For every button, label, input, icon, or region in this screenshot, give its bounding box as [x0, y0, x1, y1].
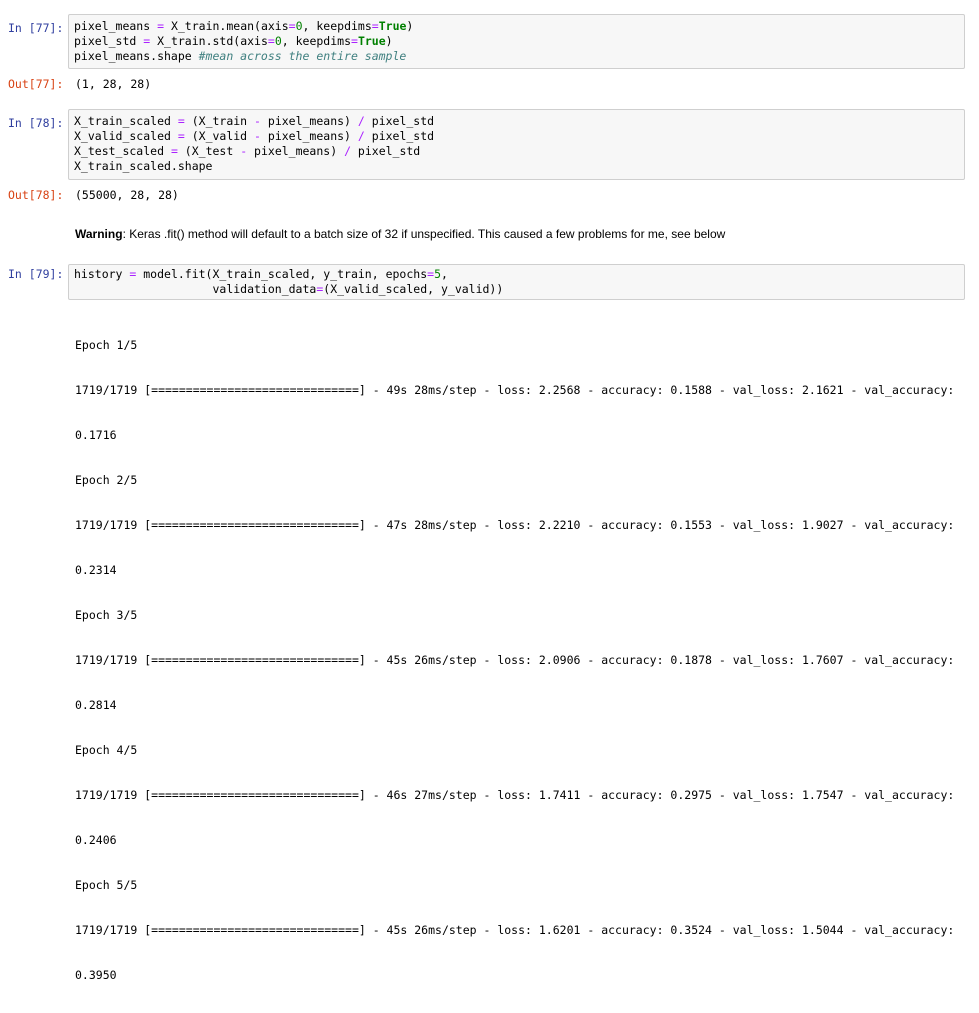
- code-input[interactable]: X_train_scaled = (X_train - pixel_means)…: [68, 109, 965, 180]
- log-line: Epoch 1/5: [75, 338, 138, 352]
- in-prompt: In [77]:: [8, 21, 64, 35]
- code-line: X_valid_scaled = (X_valid - pixel_means)…: [74, 129, 435, 143]
- log-line: 0.2314: [75, 563, 117, 577]
- code-line: pixel_means.shape #mean across the entir…: [74, 49, 407, 63]
- log-line: Epoch 5/5: [75, 878, 138, 892]
- log-line: 1719/1719 [=============================…: [75, 653, 955, 667]
- log-line: Epoch 4/5: [75, 743, 138, 757]
- log-line: 1719/1719 [=============================…: [75, 518, 955, 532]
- log-line: 1719/1719 [=============================…: [75, 788, 955, 802]
- in-prompt: In [79]:: [8, 267, 64, 281]
- log-line: 0.1716: [75, 428, 117, 442]
- code-line: pixel_std = X_train.std(axis=0, keepdims…: [74, 34, 393, 48]
- code-comment: #mean across the entire sample: [198, 49, 407, 63]
- log-line: 1719/1719 [=============================…: [75, 923, 955, 937]
- code-line: X_train_scaled = (X_train - pixel_means)…: [74, 114, 435, 128]
- training-log: Epoch 1/5 1719/1719 [===================…: [75, 308, 954, 1013]
- code-line: X_test_scaled = (X_test - pixel_means) /…: [74, 144, 421, 158]
- log-line: 1719/1719 [=============================…: [75, 383, 955, 397]
- code-line: pixel_means = X_train.mean(axis=0, keepd…: [74, 19, 414, 33]
- warning-label: Warning: [75, 227, 123, 241]
- log-line: Epoch 3/5: [75, 608, 138, 622]
- code-line: X_train_scaled.shape: [74, 159, 213, 173]
- log-line: 0.2406: [75, 833, 117, 847]
- in-prompt: In [78]:: [8, 116, 64, 130]
- code-line: validation_data=(X_valid_scaled, y_valid…: [74, 282, 504, 296]
- out-prompt: Out[78]:: [8, 188, 64, 202]
- log-line: 0.2814: [75, 698, 117, 712]
- code-line: history = model.fit(X_train_scaled, y_tr…: [74, 267, 448, 281]
- log-line: Epoch 2/5: [75, 473, 138, 487]
- log-line: 0.3950: [75, 968, 117, 982]
- code-input[interactable]: history = model.fit(X_train_scaled, y_tr…: [68, 264, 965, 300]
- code-input[interactable]: pixel_means = X_train.mean(axis=0, keepd…: [68, 14, 965, 69]
- warning-text: : Keras .fit() method will default to a …: [122, 227, 726, 241]
- cell-output: (55000, 28, 28): [75, 188, 179, 202]
- out-prompt: Out[77]:: [8, 77, 64, 91]
- cell-output: (1, 28, 28): [75, 77, 152, 91]
- markdown-warning: Warning: Keras .fit() method will defaul…: [75, 226, 725, 242]
